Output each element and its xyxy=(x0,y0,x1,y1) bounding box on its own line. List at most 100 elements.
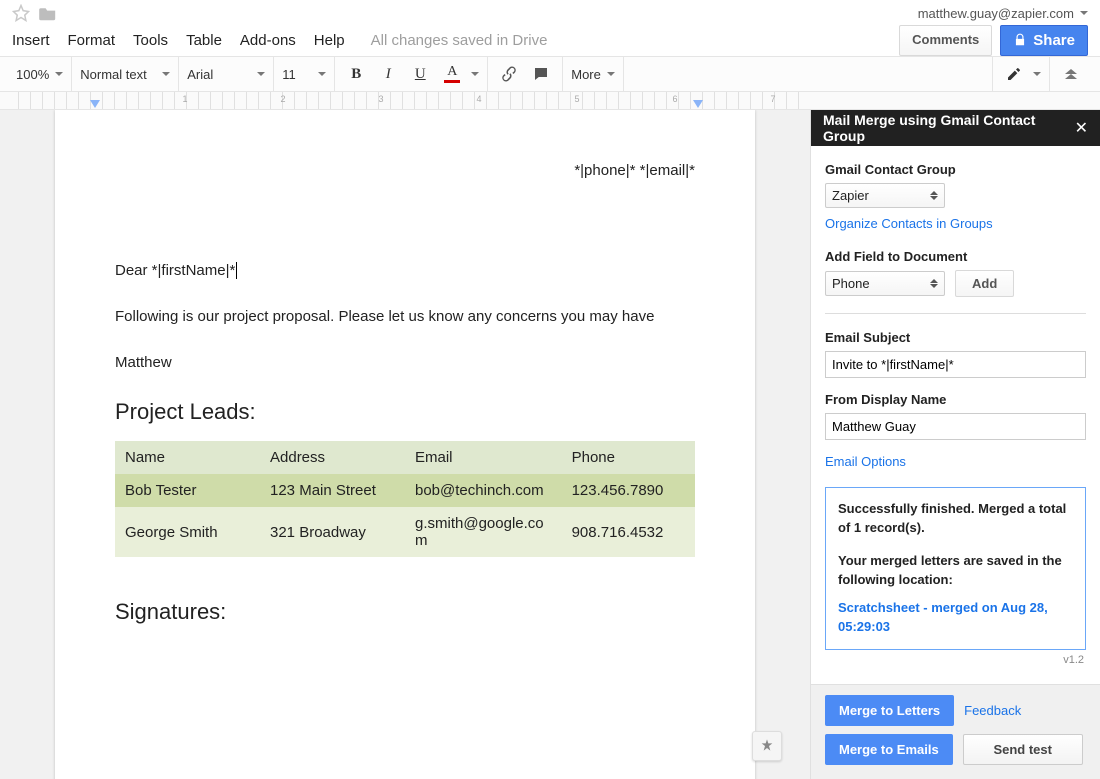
mail-merge-sidebar: Mail Merge using Gmail Contact Group ✕ G… xyxy=(810,110,1100,779)
main-area: *|phone|* *|email|* Dear *|firstName|* F… xyxy=(0,110,1100,779)
font-dropdown[interactable]: Arial xyxy=(187,67,265,82)
underline-button[interactable]: U xyxy=(407,61,433,87)
font-value: Arial xyxy=(187,67,213,82)
ruler-tick: 4 xyxy=(476,94,481,104)
left-indent-marker-icon[interactable] xyxy=(90,100,100,108)
folder-icon[interactable] xyxy=(38,5,58,21)
collapse-toolbar-button[interactable] xyxy=(1058,61,1084,87)
paragraph-style-dropdown[interactable]: Normal text xyxy=(80,67,170,82)
zoom-dropdown[interactable]: 100% xyxy=(16,67,63,82)
doc-greeting[interactable]: Dear *|firstName|* xyxy=(115,262,237,279)
editor-canvas[interactable]: *|phone|* *|email|* Dear *|firstName|* F… xyxy=(0,110,810,779)
add-field-button[interactable]: Add xyxy=(955,270,1014,297)
cell-name[interactable]: Bob Tester xyxy=(115,474,260,507)
notice-line-2: Your merged letters are saved in the fol… xyxy=(838,552,1073,590)
close-icon[interactable]: ✕ xyxy=(1075,118,1088,138)
merge-emails-button[interactable]: Merge to Emails xyxy=(825,734,953,765)
menu-format[interactable]: Format xyxy=(68,32,116,49)
sidebar-title: Mail Merge using Gmail Contact Group xyxy=(823,112,1075,144)
insert-comment-button[interactable] xyxy=(528,61,554,87)
more-label: More xyxy=(571,67,601,82)
addon-version: v1.2 xyxy=(825,654,1084,666)
text-color-button[interactable]: A xyxy=(439,61,465,87)
cell-phone[interactable]: 908.716.4532 xyxy=(562,507,695,557)
insert-link-button[interactable] xyxy=(496,61,522,87)
th-address[interactable]: Address xyxy=(260,441,405,474)
ruler-tick: 3 xyxy=(378,94,383,104)
menu-table[interactable]: Table xyxy=(186,32,222,49)
add-field-value: Phone xyxy=(832,276,870,291)
cell-email[interactable]: g.smith@google.com xyxy=(405,507,562,557)
title-bar: matthew.guay@zapier.com xyxy=(0,0,1100,24)
table-header-row: Name Address Email Phone xyxy=(115,441,695,474)
notice-line-1: Successfully finished. Merged a total of… xyxy=(838,500,1073,538)
th-email[interactable]: Email xyxy=(405,441,562,474)
leads-table[interactable]: Name Address Email Phone Bob Tester 123 … xyxy=(115,441,695,557)
ruler-tick: 1 xyxy=(182,94,187,104)
cell-address[interactable]: 123 Main Street xyxy=(260,474,405,507)
cell-phone[interactable]: 123.456.7890 xyxy=(562,474,695,507)
leads-heading[interactable]: Project Leads: xyxy=(115,399,695,425)
signatures-heading[interactable]: Signatures: xyxy=(115,599,695,625)
caret-icon xyxy=(318,72,326,76)
table-row: George Smith 321 Broadway g.smith@google… xyxy=(115,507,695,557)
menu-help[interactable]: Help xyxy=(314,32,345,49)
email-options-link[interactable]: Email Options xyxy=(825,454,906,469)
menu-bar: Insert Format Tools Table Add-ons Help A… xyxy=(0,24,1100,56)
send-test-button[interactable]: Send test xyxy=(963,734,1083,765)
divider xyxy=(825,313,1086,314)
document-page[interactable]: *|phone|* *|email|* Dear *|firstName|* F… xyxy=(55,110,755,779)
organize-contacts-link[interactable]: Organize Contacts in Groups xyxy=(825,216,993,231)
subject-label: Email Subject xyxy=(825,330,1086,345)
feedback-link[interactable]: Feedback xyxy=(964,703,1021,718)
ruler[interactable]: 1 2 3 4 5 6 7 xyxy=(0,92,1100,110)
text-cursor-icon xyxy=(235,262,237,279)
add-field-select[interactable]: Phone xyxy=(825,271,945,296)
font-size-dropdown[interactable]: 11 xyxy=(282,67,326,82)
th-phone[interactable]: Phone xyxy=(562,441,695,474)
th-name[interactable]: Name xyxy=(115,441,260,474)
subject-input[interactable] xyxy=(825,351,1086,378)
caret-icon xyxy=(55,72,63,76)
ruler-tick: 2 xyxy=(280,94,285,104)
comments-button[interactable]: Comments xyxy=(899,25,992,56)
doc-body[interactable]: Following is our project proposal. Pleas… xyxy=(115,305,695,329)
account-email[interactable]: matthew.guay@zapier.com xyxy=(918,6,1074,21)
group-label: Gmail Contact Group xyxy=(825,162,1086,177)
contact-group-select[interactable]: Zapier xyxy=(825,183,945,208)
caret-icon xyxy=(607,72,615,76)
doc-signoff[interactable]: Matthew xyxy=(115,351,695,375)
share-label: Share xyxy=(1033,32,1075,49)
cell-name[interactable]: George Smith xyxy=(115,507,260,557)
menu-addons[interactable]: Add-ons xyxy=(240,32,296,49)
menu-insert[interactable]: Insert xyxy=(12,32,50,49)
zoom-value: 100% xyxy=(16,67,49,82)
italic-button[interactable]: I xyxy=(375,61,401,87)
select-arrows-icon xyxy=(930,191,938,200)
explore-icon xyxy=(759,738,775,754)
explore-button[interactable] xyxy=(752,731,782,761)
editing-mode-button[interactable] xyxy=(1001,61,1027,87)
sidebar-header: Mail Merge using Gmail Contact Group ✕ xyxy=(811,110,1100,146)
merged-doc-link[interactable]: Scratchsheet - merged on Aug 28, 05:29:0… xyxy=(838,599,1073,637)
bold-button[interactable]: B xyxy=(343,61,369,87)
right-indent-marker-icon[interactable] xyxy=(693,100,703,108)
share-button[interactable]: Share xyxy=(1000,25,1088,56)
ruler-tick: 7 xyxy=(770,94,775,104)
doc-header-fields[interactable]: *|phone|* *|email|* xyxy=(115,142,695,179)
contact-group-value: Zapier xyxy=(832,188,869,203)
star-icon[interactable] xyxy=(12,4,30,22)
menu-tools[interactable]: Tools xyxy=(133,32,168,49)
caret-icon xyxy=(471,72,479,76)
toolbar: 100% Normal text Arial 11 B I U A xyxy=(0,56,1100,92)
cell-address[interactable]: 321 Broadway xyxy=(260,507,405,557)
cell-email[interactable]: bob@techinch.com xyxy=(405,474,562,507)
merge-letters-button[interactable]: Merge to Letters xyxy=(825,695,954,726)
save-status: All changes saved in Drive xyxy=(371,32,548,49)
account-menu-caret-icon[interactable] xyxy=(1080,11,1088,15)
caret-icon xyxy=(1033,72,1041,76)
from-display-input[interactable] xyxy=(825,413,1086,440)
ruler-tick: 5 xyxy=(574,94,579,104)
merge-status-notice: Successfully finished. Merged a total of… xyxy=(825,487,1086,650)
more-dropdown[interactable]: More xyxy=(571,67,615,82)
